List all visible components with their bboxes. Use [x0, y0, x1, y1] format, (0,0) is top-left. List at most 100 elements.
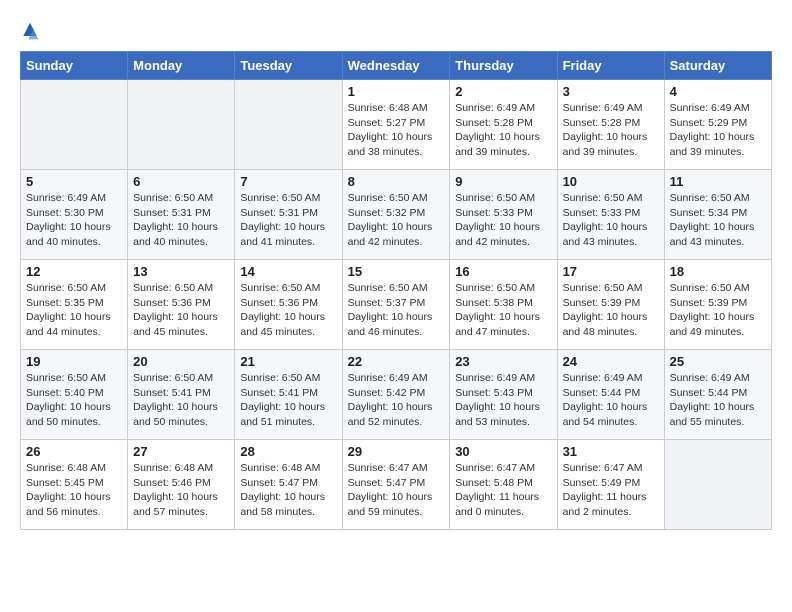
- table-row: 19 Sunrise: 6:50 AMSunset: 5:40 PMDayligh…: [21, 350, 128, 440]
- day-content: Sunrise: 6:50 AMSunset: 5:31 PMDaylight:…: [240, 191, 336, 250]
- table-row: 7 Sunrise: 6:50 AMSunset: 5:31 PMDaylight…: [235, 170, 342, 260]
- logo: [20, 20, 44, 41]
- table-row: [21, 80, 128, 170]
- day-number: 27: [133, 444, 229, 459]
- day-number: 31: [563, 444, 659, 459]
- day-number: 23: [455, 354, 551, 369]
- day-content: Sunrise: 6:50 AMSunset: 5:36 PMDaylight:…: [240, 281, 336, 340]
- table-row: 5Sunrise: 6:49 AMSunset: 5:30 PMDaylight…: [21, 170, 128, 260]
- day-content: Sunrise: 6:50 AMSunset: 5:33 PMDaylight:…: [563, 191, 659, 250]
- table-row: [235, 80, 342, 170]
- col-monday: Monday: [128, 52, 235, 80]
- day-number: 10: [563, 174, 659, 189]
- table-row: 15Sunrise: 6:50 AMSunset: 5:37 PMDayligh…: [342, 260, 450, 350]
- table-row: 6Sunrise: 6:50 AMSunset: 5:31 PMDaylight…: [128, 170, 235, 260]
- col-friday: Friday: [557, 52, 664, 80]
- table-row: 13Sunrise: 6:50 AMSunset: 5:36 PMDayligh…: [128, 260, 235, 350]
- table-row: 3 Sunrise: 6:49 AMSunset: 5:28 PMDaylight…: [557, 80, 664, 170]
- calendar-week-4: 19 Sunrise: 6:50 AMSunset: 5:40 PMDayligh…: [21, 350, 772, 440]
- day-number: 12: [26, 264, 122, 279]
- day-number: 16: [455, 264, 551, 279]
- table-row: 28 Sunrise: 6:48 AMSunset: 5:47 PMDayligh…: [235, 440, 342, 530]
- day-content: Sunrise: 6:50 AMSunset: 5:41 PMDaylight:…: [133, 371, 229, 430]
- day-number: 21: [240, 354, 336, 369]
- table-row: 9Sunrise: 6:50 AMSunset: 5:33 PMDaylight…: [450, 170, 557, 260]
- day-content: Sunrise: 6:50 AMSunset: 5:38 PMDaylight:…: [455, 281, 551, 340]
- day-number: 6: [133, 174, 229, 189]
- table-row: 1Sunrise: 6:48 AMSunset: 5:27 PMDaylight…: [342, 80, 450, 170]
- table-row: 11 Sunrise: 6:50 AMSunset: 5:34 PMDayligh…: [664, 170, 771, 260]
- table-row: 16 Sunrise: 6:50 AMSunset: 5:38 PMDayligh…: [450, 260, 557, 350]
- day-content: Sunrise: 6:49 AMSunset: 5:44 PMDaylight:…: [670, 371, 766, 430]
- day-content: Sunrise: 6:49 AMSunset: 5:44 PMDaylight:…: [563, 371, 659, 430]
- day-content: Sunrise: 6:50 AMSunset: 5:40 PMDaylight:…: [26, 371, 122, 430]
- day-number: 18: [670, 264, 766, 279]
- table-row: 12 Sunrise: 6:50 AMSunset: 5:35 PMDayligh…: [21, 260, 128, 350]
- calendar-table: Sunday Monday Tuesday Wednesday Thursday…: [20, 51, 772, 530]
- day-number: 24: [563, 354, 659, 369]
- page-header: [20, 20, 772, 41]
- table-row: 20 Sunrise: 6:50 AMSunset: 5:41 PMDayligh…: [128, 350, 235, 440]
- day-content: Sunrise: 6:50 AMSunset: 5:33 PMDaylight:…: [455, 191, 551, 250]
- day-number: 19: [26, 354, 122, 369]
- calendar-week-5: 26 Sunrise: 6:48 AMSunset: 5:45 PMDayligh…: [21, 440, 772, 530]
- table-row: 10 Sunrise: 6:50 AMSunset: 5:33 PMDayligh…: [557, 170, 664, 260]
- day-content: Sunrise: 6:48 AMSunset: 5:46 PMDaylight:…: [133, 461, 229, 520]
- day-content: Sunrise: 6:50 AMSunset: 5:32 PMDaylight:…: [348, 191, 445, 250]
- day-number: 29: [348, 444, 445, 459]
- header-row: Sunday Monday Tuesday Wednesday Thursday…: [21, 52, 772, 80]
- day-number: 11: [670, 174, 766, 189]
- day-content: Sunrise: 6:50 AMSunset: 5:36 PMDaylight:…: [133, 281, 229, 340]
- day-number: 15: [348, 264, 445, 279]
- day-number: 5: [26, 174, 122, 189]
- table-row: 14 Sunrise: 6:50 AMSunset: 5:36 PMDayligh…: [235, 260, 342, 350]
- col-wednesday: Wednesday: [342, 52, 450, 80]
- table-row: 21 Sunrise: 6:50 AMSunset: 5:41 PMDayligh…: [235, 350, 342, 440]
- day-number: 26: [26, 444, 122, 459]
- calendar-week-2: 5Sunrise: 6:49 AMSunset: 5:30 PMDaylight…: [21, 170, 772, 260]
- day-content: Sunrise: 6:50 AMSunset: 5:41 PMDaylight:…: [240, 371, 336, 430]
- table-row: 26 Sunrise: 6:48 AMSunset: 5:45 PMDayligh…: [21, 440, 128, 530]
- table-row: 24 Sunrise: 6:49 AMSunset: 5:44 PMDayligh…: [557, 350, 664, 440]
- day-content: Sunrise: 6:50 AMSunset: 5:39 PMDaylight:…: [563, 281, 659, 340]
- table-row: [664, 440, 771, 530]
- day-number: 17: [563, 264, 659, 279]
- day-content: Sunrise: 6:49 AMSunset: 5:28 PMDaylight:…: [455, 101, 551, 160]
- calendar-week-3: 12 Sunrise: 6:50 AMSunset: 5:35 PMDayligh…: [21, 260, 772, 350]
- table-row: [128, 80, 235, 170]
- day-number: 28: [240, 444, 336, 459]
- day-number: 20: [133, 354, 229, 369]
- col-saturday: Saturday: [664, 52, 771, 80]
- logo-icon: [20, 21, 40, 41]
- day-content: Sunrise: 6:47 AMSunset: 5:49 PMDaylight:…: [563, 461, 659, 520]
- day-number: 7: [240, 174, 336, 189]
- day-content: Sunrise: 6:47 AMSunset: 5:48 PMDaylight:…: [455, 461, 551, 520]
- table-row: 30 Sunrise: 6:47 AMSunset: 5:48 PMDayligh…: [450, 440, 557, 530]
- table-row: 4Sunrise: 6:49 AMSunset: 5:29 PMDaylight…: [664, 80, 771, 170]
- day-content: Sunrise: 6:49 AMSunset: 5:29 PMDaylight:…: [670, 101, 766, 160]
- day-content: Sunrise: 6:47 AMSunset: 5:47 PMDaylight:…: [348, 461, 445, 520]
- day-content: Sunrise: 6:49 AMSunset: 5:42 PMDaylight:…: [348, 371, 445, 430]
- col-thursday: Thursday: [450, 52, 557, 80]
- day-number: 25: [670, 354, 766, 369]
- day-content: Sunrise: 6:48 AMSunset: 5:45 PMDaylight:…: [26, 461, 122, 520]
- day-number: 22: [348, 354, 445, 369]
- day-number: 3: [563, 84, 659, 99]
- table-row: 17 Sunrise: 6:50 AMSunset: 5:39 PMDayligh…: [557, 260, 664, 350]
- day-number: 8: [348, 174, 445, 189]
- table-row: 27 Sunrise: 6:48 AMSunset: 5:46 PMDayligh…: [128, 440, 235, 530]
- day-number: 30: [455, 444, 551, 459]
- day-content: Sunrise: 6:50 AMSunset: 5:35 PMDaylight:…: [26, 281, 122, 340]
- col-tuesday: Tuesday: [235, 52, 342, 80]
- table-row: 22 Sunrise: 6:49 AMSunset: 5:42 PMDayligh…: [342, 350, 450, 440]
- day-number: 14: [240, 264, 336, 279]
- day-content: Sunrise: 6:49 AMSunset: 5:43 PMDaylight:…: [455, 371, 551, 430]
- table-row: 23 Sunrise: 6:49 AMSunset: 5:43 PMDayligh…: [450, 350, 557, 440]
- table-row: 18Sunrise: 6:50 AMSunset: 5:39 PMDayligh…: [664, 260, 771, 350]
- table-row: 29 Sunrise: 6:47 AMSunset: 5:47 PMDayligh…: [342, 440, 450, 530]
- day-content: Sunrise: 6:48 AMSunset: 5:47 PMDaylight:…: [240, 461, 336, 520]
- calendar-body: 1Sunrise: 6:48 AMSunset: 5:27 PMDaylight…: [21, 80, 772, 530]
- day-content: Sunrise: 6:49 AMSunset: 5:28 PMDaylight:…: [563, 101, 659, 160]
- day-content: Sunrise: 6:50 AMSunset: 5:34 PMDaylight:…: [670, 191, 766, 250]
- table-row: 31 Sunrise: 6:47 AMSunset: 5:49 PMDayligh…: [557, 440, 664, 530]
